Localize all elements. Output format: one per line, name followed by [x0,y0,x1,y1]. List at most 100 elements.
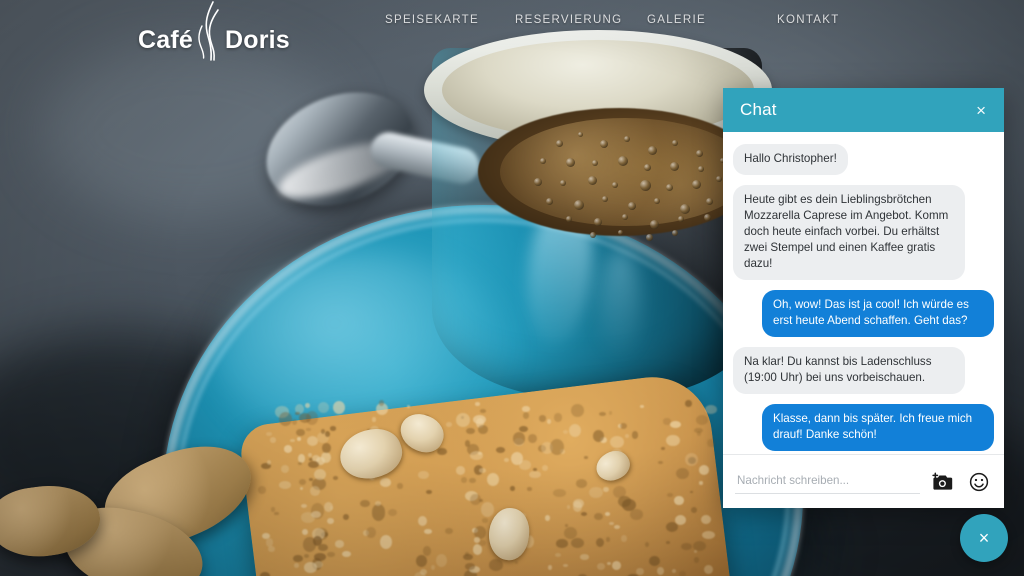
crumb [592,430,604,443]
crema-bubble [612,182,618,188]
crumb [604,511,610,516]
chat-message-row: Na klar! Du kannst bis Ladenschluss (19:… [733,346,994,394]
crumb [674,515,686,526]
crumb [575,478,587,488]
crumb [419,568,427,575]
crumb [571,403,585,417]
crema-bubble [650,220,659,229]
crumb [313,468,326,480]
crumb [671,568,676,573]
crumb [678,570,687,576]
crema-bubble [698,166,704,172]
crumb [296,428,305,436]
crumb [613,485,626,498]
crumb [640,405,644,408]
crumb [489,559,503,571]
chat-panel: Chat × Hallo Christopher! Heute gibt es d… [723,88,1004,508]
crumb [694,550,698,553]
crumb [279,481,292,489]
crema-bubble [706,198,713,205]
crema-bubble [588,176,597,185]
crumb [661,446,665,450]
crumb [306,427,311,432]
chat-message-row: Klasse, dann bis später. Ich freue mich … [733,403,994,451]
crumb [312,536,322,546]
chat-message-list[interactable]: Hallo Christopher! Heute gibt es dein Lie… [723,132,1004,454]
crumb [487,472,500,486]
crumb [564,524,568,527]
crema-bubble [618,230,623,235]
close-icon[interactable]: × [971,98,991,123]
crumb [397,483,403,489]
crumb [571,537,584,549]
crumb [259,572,270,576]
crumb [329,426,337,431]
crumb [283,445,292,453]
crema-bubble [618,156,628,166]
camera-add-icon[interactable] [930,469,956,495]
crema-bubble [628,202,636,210]
logo-word-cafe: Café [138,25,193,54]
crumb [613,524,620,529]
crumb [644,541,649,547]
crumb [589,486,603,499]
crema-bubble [648,146,657,155]
crumb [334,540,344,548]
crumb [555,553,561,557]
crumb [374,501,382,506]
crumb [657,566,665,575]
crumb [302,528,309,535]
crumb [674,495,684,506]
crumb [455,466,465,475]
crumb [538,415,547,422]
crema-bubble [622,214,628,220]
crema-bubble [680,204,690,214]
crumb [314,561,323,568]
crema-bubble [578,132,583,137]
message-input[interactable] [735,469,920,494]
chat-bubble-outgoing: Oh, wow! Das ist ja cool! Ich würde es e… [762,289,994,337]
nav-item-speisekarte[interactable]: SPEISEKARTE [385,14,515,26]
site-logo[interactable]: Café Doris [138,1,290,66]
crumb [504,458,509,462]
crumb [322,442,332,453]
crumb [305,402,310,408]
crumb [372,417,376,422]
crumb [707,438,715,448]
crumb [610,435,625,448]
crumb [456,413,470,427]
crumb [621,535,627,542]
crema-bubble [640,180,651,191]
crumb [329,506,333,510]
crumb [477,451,482,456]
crumb [466,427,475,434]
crumb [298,462,303,465]
chat-bubble-incoming: Hallo Christopher! [733,144,848,175]
chat-message-row: Oh, wow! Das ist ja cool! Ich würde es e… [733,289,994,337]
crumb [445,527,453,534]
crumb [474,401,480,407]
crumb [705,405,718,414]
crumb [603,486,609,493]
crumb [481,518,488,523]
chat-bubble-incoming: Na klar! Du kannst bis Ladenschluss (19:… [733,346,965,394]
crumb [544,515,550,521]
emoji-smiley-icon[interactable] [966,469,992,495]
crumb [518,459,532,470]
nav-item-galerie[interactable]: GALERIE [647,14,777,26]
crumb [278,411,293,427]
crumb [521,406,531,412]
chat-title: Chat [740,100,777,119]
crumb [496,446,505,453]
crumb [341,550,351,557]
crumb [321,452,332,463]
crumb [608,410,613,415]
nav-item-kontakt[interactable]: KONTAKT [777,14,877,26]
nav-item-reservierung[interactable]: RESERVIERUNG [515,14,647,26]
chat-header: Chat × [723,88,1004,132]
crumb [415,554,427,568]
crema-bubble [556,140,563,147]
chat-toggle-close-button[interactable]: × [960,514,1008,562]
crumb [546,418,552,424]
crumb [478,468,486,473]
